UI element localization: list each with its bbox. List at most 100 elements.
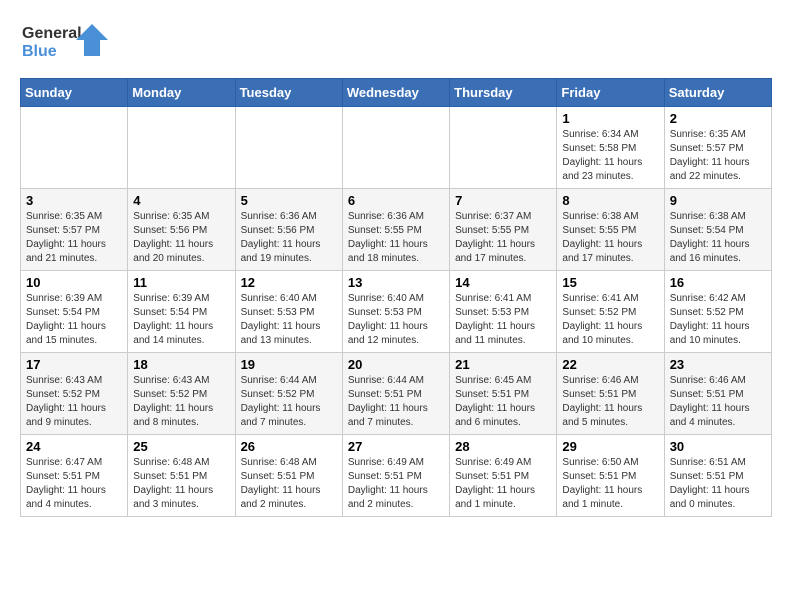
day-of-week-header: Friday [557, 79, 664, 107]
calendar-cell: 9 Sunrise: 6:38 AMSunset: 5:54 PMDaylight… [664, 189, 771, 271]
day-info: Sunrise: 6:48 AMSunset: 5:51 PMDaylight:… [133, 456, 229, 512]
day-info: Sunrise: 6:45 AMSunset: 5:51 PMDaylight:… [455, 374, 551, 430]
day-info: Sunrise: 6:42 AMSunset: 5:52 PMDaylight:… [670, 292, 766, 348]
logo: GeneralBlue [20, 20, 110, 62]
day-number: 30 [670, 439, 766, 454]
calendar: SundayMondayTuesdayWednesdayThursdayFrid… [20, 78, 772, 517]
day-info: Sunrise: 6:44 AMSunset: 5:52 PMDaylight:… [241, 374, 337, 430]
day-info: Sunrise: 6:41 AMSunset: 5:52 PMDaylight:… [562, 292, 658, 348]
day-info: Sunrise: 6:43 AMSunset: 5:52 PMDaylight:… [133, 374, 229, 430]
day-number: 26 [241, 439, 337, 454]
calendar-cell: 30 Sunrise: 6:51 AMSunset: 5:51 PMDayligh… [664, 435, 771, 517]
day-number: 10 [26, 275, 122, 290]
day-of-week-header: Sunday [21, 79, 128, 107]
day-info: Sunrise: 6:46 AMSunset: 5:51 PMDaylight:… [562, 374, 658, 430]
svg-text:Blue: Blue [22, 43, 57, 60]
day-info: Sunrise: 6:35 AMSunset: 5:57 PMDaylight:… [670, 128, 766, 184]
day-info: Sunrise: 6:43 AMSunset: 5:52 PMDaylight:… [26, 374, 122, 430]
calendar-cell: 29 Sunrise: 6:50 AMSunset: 5:51 PMDayligh… [557, 435, 664, 517]
day-number: 9 [670, 193, 766, 208]
calendar-cell: 4 Sunrise: 6:35 AMSunset: 5:56 PMDaylight… [128, 189, 235, 271]
day-number: 12 [241, 275, 337, 290]
day-info: Sunrise: 6:49 AMSunset: 5:51 PMDaylight:… [348, 456, 444, 512]
day-info: Sunrise: 6:50 AMSunset: 5:51 PMDaylight:… [562, 456, 658, 512]
calendar-cell: 27 Sunrise: 6:49 AMSunset: 5:51 PMDayligh… [342, 435, 449, 517]
calendar-cell: 1 Sunrise: 6:34 AMSunset: 5:58 PMDaylight… [557, 107, 664, 189]
day-info: Sunrise: 6:39 AMSunset: 5:54 PMDaylight:… [133, 292, 229, 348]
day-number: 8 [562, 193, 658, 208]
calendar-cell: 24Sunrise: 6:47 AMSunset: 5:51 PMDayligh… [21, 435, 128, 517]
day-number: 27 [348, 439, 444, 454]
calendar-header: SundayMondayTuesdayWednesdayThursdayFrid… [21, 79, 772, 107]
day-of-week-header: Monday [128, 79, 235, 107]
calendar-week-row: 24Sunrise: 6:47 AMSunset: 5:51 PMDayligh… [21, 435, 772, 517]
day-number: 25 [133, 439, 229, 454]
day-number: 2 [670, 111, 766, 126]
day-info: Sunrise: 6:36 AMSunset: 5:55 PMDaylight:… [348, 210, 444, 266]
day-info: Sunrise: 6:40 AMSunset: 5:53 PMDaylight:… [348, 292, 444, 348]
calendar-cell: 15 Sunrise: 6:41 AMSunset: 5:52 PMDayligh… [557, 271, 664, 353]
calendar-cell: 25 Sunrise: 6:48 AMSunset: 5:51 PMDayligh… [128, 435, 235, 517]
day-info: Sunrise: 6:35 AMSunset: 5:57 PMDaylight:… [26, 210, 122, 266]
day-info: Sunrise: 6:49 AMSunset: 5:51 PMDaylight:… [455, 456, 551, 512]
day-of-week-header: Tuesday [235, 79, 342, 107]
calendar-cell: 22 Sunrise: 6:46 AMSunset: 5:51 PMDayligh… [557, 353, 664, 435]
calendar-cell: 14Sunrise: 6:41 AMSunset: 5:53 PMDayligh… [450, 271, 557, 353]
calendar-cell: 8Sunrise: 6:38 AMSunset: 5:55 PMDaylight… [557, 189, 664, 271]
calendar-week-row: 3 Sunrise: 6:35 AMSunset: 5:57 PMDaylight… [21, 189, 772, 271]
calendar-cell: 11 Sunrise: 6:39 AMSunset: 5:54 PMDayligh… [128, 271, 235, 353]
calendar-cell [235, 107, 342, 189]
day-number: 13 [348, 275, 444, 290]
calendar-week-row: 17 Sunrise: 6:43 AMSunset: 5:52 PMDayligh… [21, 353, 772, 435]
calendar-cell [342, 107, 449, 189]
calendar-cell: 5Sunrise: 6:36 AMSunset: 5:56 PMDaylight… [235, 189, 342, 271]
day-info: Sunrise: 6:40 AMSunset: 5:53 PMDaylight:… [241, 292, 337, 348]
day-number: 20 [348, 357, 444, 372]
day-number: 11 [133, 275, 229, 290]
day-number: 3 [26, 193, 122, 208]
calendar-cell: 18 Sunrise: 6:43 AMSunset: 5:52 PMDayligh… [128, 353, 235, 435]
day-number: 1 [562, 111, 658, 126]
day-number: 29 [562, 439, 658, 454]
day-number: 15 [562, 275, 658, 290]
calendar-cell: 16 Sunrise: 6:42 AMSunset: 5:52 PMDayligh… [664, 271, 771, 353]
day-info: Sunrise: 6:48 AMSunset: 5:51 PMDaylight:… [241, 456, 337, 512]
svg-text:General: General [22, 25, 82, 42]
calendar-cell: 20Sunrise: 6:44 AMSunset: 5:51 PMDayligh… [342, 353, 449, 435]
day-info: Sunrise: 6:51 AMSunset: 5:51 PMDaylight:… [670, 456, 766, 512]
day-number: 7 [455, 193, 551, 208]
day-number: 22 [562, 357, 658, 372]
calendar-cell: 19 Sunrise: 6:44 AMSunset: 5:52 PMDayligh… [235, 353, 342, 435]
calendar-cell: 3 Sunrise: 6:35 AMSunset: 5:57 PMDaylight… [21, 189, 128, 271]
day-number: 17 [26, 357, 122, 372]
day-number: 14 [455, 275, 551, 290]
calendar-cell: 7Sunrise: 6:37 AMSunset: 5:55 PMDaylight… [450, 189, 557, 271]
day-info: Sunrise: 6:35 AMSunset: 5:56 PMDaylight:… [133, 210, 229, 266]
day-number: 16 [670, 275, 766, 290]
day-info: Sunrise: 6:46 AMSunset: 5:51 PMDaylight:… [670, 374, 766, 430]
day-of-week-header: Thursday [450, 79, 557, 107]
day-info: Sunrise: 6:34 AMSunset: 5:58 PMDaylight:… [562, 128, 658, 184]
day-info: Sunrise: 6:38 AMSunset: 5:54 PMDaylight:… [670, 210, 766, 266]
header: GeneralBlue [20, 20, 772, 62]
calendar-cell [450, 107, 557, 189]
calendar-cell [128, 107, 235, 189]
calendar-body: 1 Sunrise: 6:34 AMSunset: 5:58 PMDaylight… [21, 107, 772, 517]
day-number: 4 [133, 193, 229, 208]
calendar-cell: 2 Sunrise: 6:35 AMSunset: 5:57 PMDaylight… [664, 107, 771, 189]
logo-svg: GeneralBlue [20, 20, 110, 62]
day-number: 23 [670, 357, 766, 372]
day-number: 19 [241, 357, 337, 372]
day-number: 21 [455, 357, 551, 372]
calendar-cell: 13 Sunrise: 6:40 AMSunset: 5:53 PMDayligh… [342, 271, 449, 353]
day-info: Sunrise: 6:47 AMSunset: 5:51 PMDaylight:… [26, 456, 122, 512]
day-info: Sunrise: 6:39 AMSunset: 5:54 PMDaylight:… [26, 292, 122, 348]
day-number: 28 [455, 439, 551, 454]
calendar-cell: 28 Sunrise: 6:49 AMSunset: 5:51 PMDayligh… [450, 435, 557, 517]
day-number: 5 [241, 193, 337, 208]
calendar-cell: 21 Sunrise: 6:45 AMSunset: 5:51 PMDayligh… [450, 353, 557, 435]
calendar-cell: 12 Sunrise: 6:40 AMSunset: 5:53 PMDayligh… [235, 271, 342, 353]
day-number: 18 [133, 357, 229, 372]
calendar-cell: 23 Sunrise: 6:46 AMSunset: 5:51 PMDayligh… [664, 353, 771, 435]
calendar-cell: 17 Sunrise: 6:43 AMSunset: 5:52 PMDayligh… [21, 353, 128, 435]
